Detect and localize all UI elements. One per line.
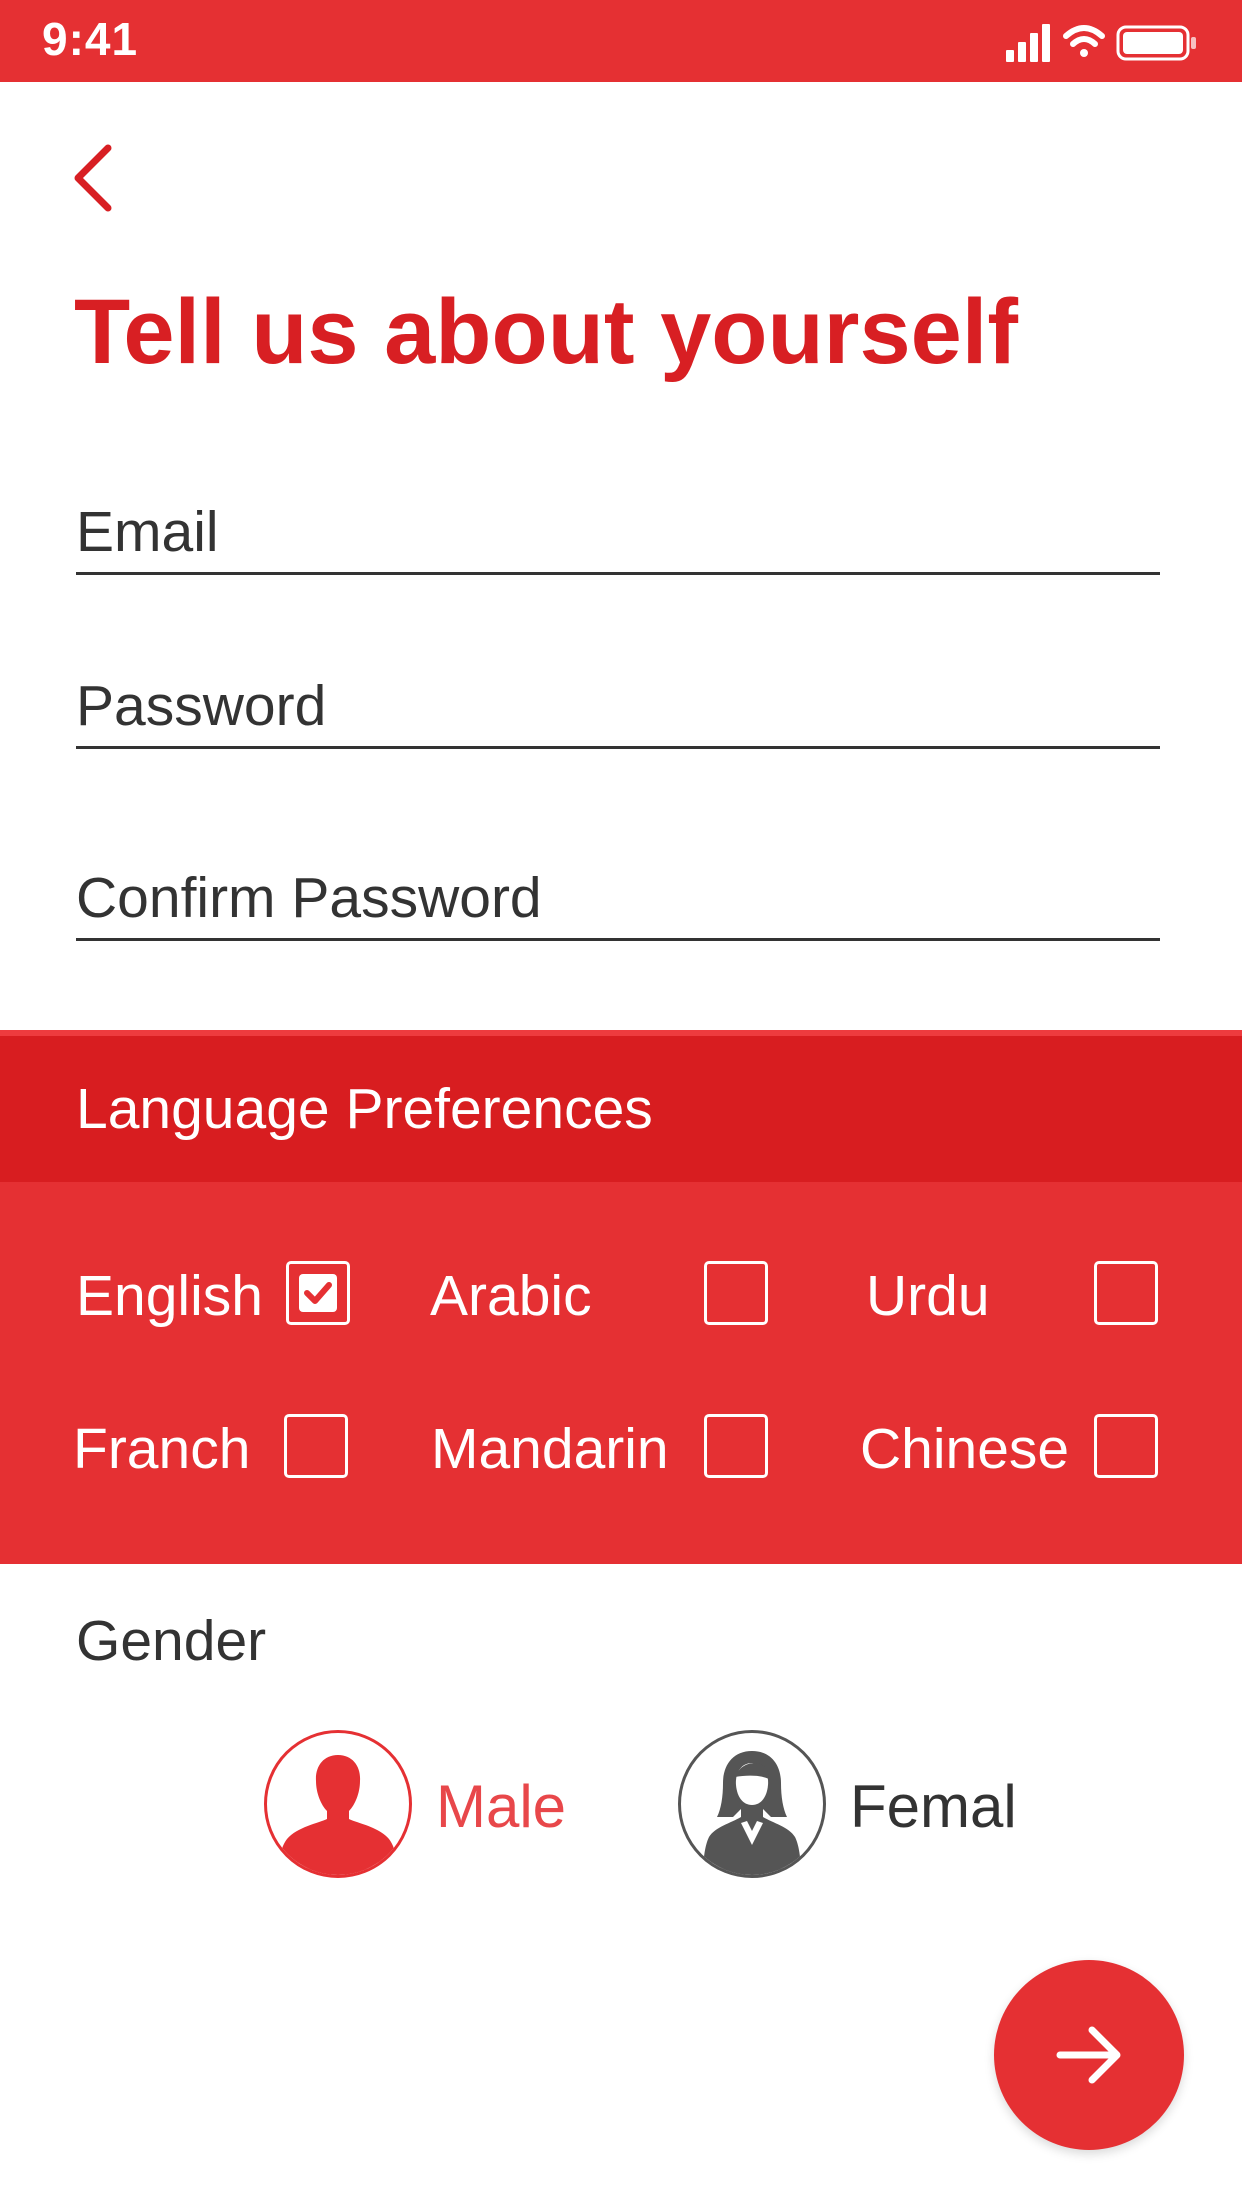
language-label: Arabic	[430, 1264, 592, 1328]
back-button[interactable]	[64, 138, 124, 218]
urdu-checkbox[interactable]	[1094, 1261, 1158, 1325]
confirm-password-field[interactable]	[76, 858, 1160, 938]
language-label: English	[76, 1264, 263, 1328]
male-avatar-icon	[279, 1755, 397, 1875]
franch-checkbox[interactable]	[284, 1414, 348, 1478]
gender-option-female[interactable]: Femal	[678, 1730, 1018, 1880]
gender-option-male[interactable]: Male	[264, 1730, 584, 1880]
arrow-right-icon	[1056, 2026, 1121, 2084]
male-label: Male	[436, 1773, 567, 1840]
male-avatar	[264, 1730, 412, 1878]
language-preferences-heading: Language Preferences	[76, 1077, 653, 1141]
checkmark-icon	[299, 1274, 337, 1312]
language-option-arabic[interactable]: Arabic	[430, 1261, 774, 1331]
status-bar: 9:41	[0, 0, 1242, 82]
status-icons	[1006, 24, 1196, 62]
battery-icon	[1116, 25, 1196, 61]
signal-icon	[1006, 24, 1050, 62]
language-option-urdu[interactable]: Urdu	[866, 1261, 1164, 1331]
gender-label: Gender	[76, 1609, 267, 1673]
language-option-chinese[interactable]: Chinese	[860, 1414, 1164, 1484]
email-field[interactable]	[76, 492, 1160, 572]
language-label: Chinese	[860, 1417, 1070, 1481]
page-title: Tell us about yourself	[74, 281, 1018, 383]
chinese-checkbox[interactable]	[1094, 1414, 1158, 1478]
arabic-checkbox[interactable]	[704, 1261, 768, 1325]
language-options: English Arabic Urdu Franch Mandarin Chin…	[0, 1182, 1242, 1564]
female-avatar	[678, 1730, 826, 1878]
password-field-wrapper	[76, 666, 1160, 749]
language-label: Mandarin	[431, 1417, 669, 1481]
confirm-password-field-wrapper	[76, 858, 1160, 941]
language-label: Franch	[73, 1417, 251, 1481]
email-field-wrapper	[76, 492, 1160, 575]
status-time: 9:41	[42, 13, 139, 65]
english-checkbox[interactable]	[286, 1261, 350, 1325]
password-field[interactable]	[76, 666, 1160, 746]
female-avatar-icon	[703, 1751, 801, 1875]
language-option-franch[interactable]: Franch	[73, 1414, 355, 1484]
chevron-left-icon	[74, 144, 112, 212]
language-label: Urdu	[866, 1264, 990, 1328]
female-label: Femal	[850, 1773, 1017, 1840]
language-option-mandarin[interactable]: Mandarin	[431, 1414, 774, 1484]
next-button[interactable]	[994, 1960, 1184, 2150]
language-option-english[interactable]: English	[76, 1261, 356, 1331]
mandarin-checkbox[interactable]	[704, 1414, 768, 1478]
wifi-icon	[1063, 25, 1105, 57]
language-preferences-header: Language Preferences	[0, 1030, 1242, 1182]
